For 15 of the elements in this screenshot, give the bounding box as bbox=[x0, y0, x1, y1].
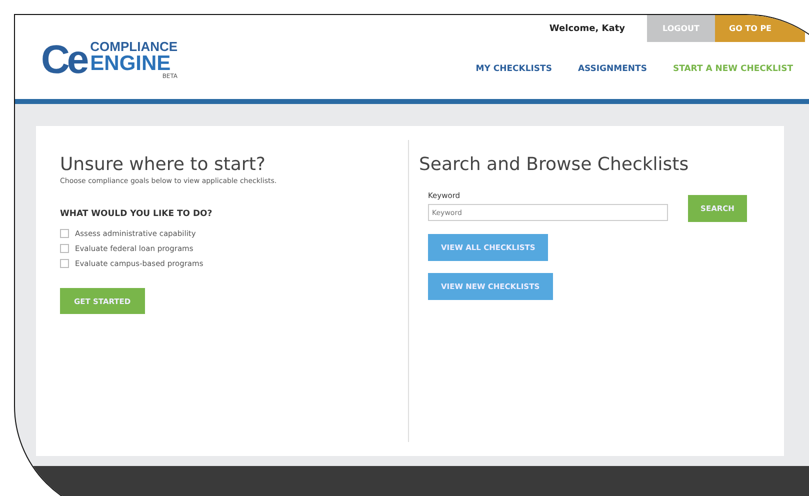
nav-link[interactable]: START A NEW CHECKLIST bbox=[672, 64, 793, 74]
logo-text: ENGINE bbox=[90, 53, 171, 74]
section-title: Search and Browse Checklists bbox=[419, 154, 690, 175]
welcome-text: Welcome, Katy bbox=[549, 24, 625, 34]
nav-link[interactable]: ASSIGNMENTS bbox=[578, 64, 647, 74]
logout-button[interactable]: LOGOUT bbox=[647, 15, 715, 42]
question-heading: WHAT WOULD YOU LIKE TO DO? bbox=[60, 209, 214, 219]
logo-text: COMPLIANCE bbox=[90, 40, 178, 53]
go-to-button[interactable]: GO TO PE bbox=[715, 15, 805, 42]
checkbox[interactable] bbox=[60, 259, 69, 268]
checkbox[interactable] bbox=[60, 244, 69, 253]
nav-link[interactable]: MY CHECKLISTS bbox=[476, 64, 552, 74]
section-title: Unsure where to start? bbox=[60, 154, 266, 175]
checkbox[interactable] bbox=[60, 229, 69, 238]
logo-mark: Ce bbox=[41, 38, 86, 82]
